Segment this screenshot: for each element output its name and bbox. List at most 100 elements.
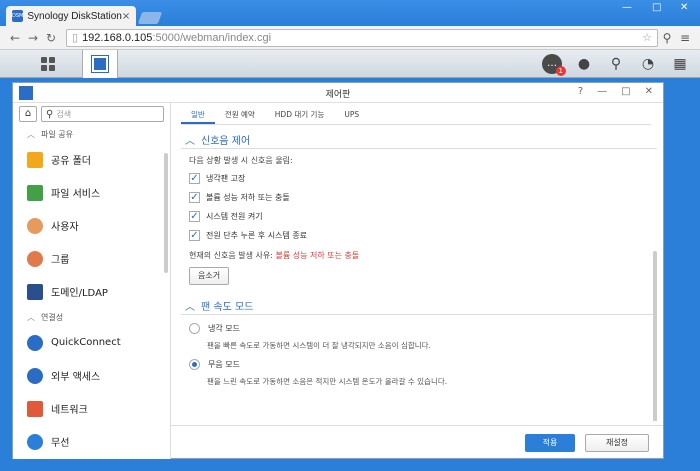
settings-pane: ︿ 신호음 제어 다음 상황 발생 시 신호음 울림: ✓ 냉각팬 고장 ✓ 볼… [181, 131, 657, 421]
section-connectivity[interactable]: ︿ 연결성 [13, 308, 170, 326]
widget-icon[interactable]: ◔ [638, 54, 658, 74]
radio-button[interactable] [189, 359, 200, 370]
user-icon[interactable]: ● [574, 54, 594, 74]
tab-ups[interactable]: UPS [334, 107, 369, 124]
browser-tab[interactable]: DSM Synology DiskStation × [6, 6, 136, 26]
checkbox-label: 전원 단추 누른 후 시스템 종료 [206, 230, 308, 240]
footer-bar: 적용 재설정 [171, 425, 663, 459]
quickconnect-icon [27, 334, 43, 351]
close-icon[interactable]: × [122, 11, 130, 22]
checkbox-label: 시스템 전원 켜기 [206, 211, 263, 221]
section-title: 팬 속도 모드 [201, 302, 254, 313]
maximize-icon[interactable]: □ [652, 2, 661, 13]
tab-hdd-hibernation[interactable]: HDD 대기 기능 [265, 107, 335, 124]
checkbox-power-on[interactable]: ✓ 시스템 전원 켜기 [189, 209, 657, 223]
radio-button[interactable] [189, 323, 200, 334]
notification-badge: 1 [555, 66, 566, 76]
cool-mode-desc: 팬을 빠른 속도로 가동하면 시스템이 더 잘 냉각되지만 소음이 심합니다. [207, 341, 431, 350]
main-menu-button[interactable] [30, 50, 66, 78]
sidebar-item-user[interactable]: 사용자 [13, 209, 170, 242]
pilot-view-icon[interactable]: ▦ [670, 54, 690, 74]
sidebar-item-wireless[interactable]: 무선 [13, 425, 170, 458]
sidebar-item-shared-folder[interactable]: 공유 폴더 [13, 143, 170, 176]
control-panel-taskbar-button[interactable] [82, 50, 118, 78]
checkbox-fan-fail[interactable]: ✓ 냉각팬 고장 [189, 171, 657, 185]
tab-general[interactable]: 일반 [181, 107, 215, 124]
chevron-up-icon: ︿ [185, 302, 195, 313]
checkbox-label: 냉각팬 고장 [206, 173, 246, 183]
sidebar: ⌂ ⚲ 검색 ︿ 파일 공유 공유 폴더 파일 서비스 사용자 그룹 도메인/L… [13, 103, 171, 459]
bookmark-star-icon[interactable]: ☆ [642, 31, 652, 44]
sidebar-item-label: 공유 폴더 [51, 156, 91, 167]
chevron-up-icon: ︿ [27, 312, 35, 322]
network-icon [27, 400, 43, 417]
shared-folder-icon [27, 151, 43, 168]
sidebar-item-label: 파일 서비스 [51, 189, 101, 200]
sidebar-item-label: 외부 액세스 [51, 372, 101, 383]
radio-label: 냉각 모드 [208, 324, 240, 333]
tab-bar: 일반 전원 예약 HDD 대기 기능 UPS [181, 107, 651, 125]
beep-control-header[interactable]: ︿ 신호음 제어 [181, 131, 657, 149]
checkbox[interactable]: ✓ [189, 210, 200, 222]
checkbox[interactable]: ✓ [189, 229, 200, 241]
notification-icon[interactable]: … 1 [542, 54, 566, 76]
address-bar[interactable]: ▯ 192.168.0.105:5000/webman/index.cgi ☆ [66, 28, 658, 47]
minimize-icon[interactable]: — [597, 86, 607, 97]
url-host: 192.168.0.105 [82, 31, 153, 44]
section-file-sharing[interactable]: ︿ 파일 공유 [13, 125, 170, 143]
checkbox-volume-degraded[interactable]: ✓ 볼륨 성능 저하 또는 충돌 [189, 190, 657, 204]
page-icon: ▯ [72, 32, 79, 44]
window-title: 제어판 [325, 90, 351, 100]
user-icon [27, 217, 43, 234]
radio-cool-mode[interactable]: 냉각 모드 [189, 323, 657, 334]
sidebar-item-domain-ldap[interactable]: 도메인/LDAP [13, 275, 170, 308]
sidebar-item-label: QuickConnect [51, 337, 121, 348]
checkbox-label: 볼륨 성능 저하 또는 충돌 [206, 192, 290, 202]
beep-reason: 현재의 신호음 발생 사유: 볼륨 성능 저하 또는 충돌 [189, 250, 657, 261]
checkbox[interactable]: ✓ [189, 191, 200, 203]
apply-button[interactable]: 적용 [525, 434, 575, 452]
sidebar-item-quickconnect[interactable]: QuickConnect [13, 326, 170, 359]
search-input[interactable]: ⚲ 검색 [41, 106, 164, 122]
beep-reason-value: 볼륨 성능 저하 또는 충돌 [275, 251, 360, 260]
checkbox-power-button-shutdown[interactable]: ✓ 전원 단추 누른 후 시스템 종료 [189, 228, 657, 242]
minimize-icon[interactable]: — [622, 2, 632, 13]
window-titlebar[interactable]: 제어판 ? — □ ✕ [13, 83, 663, 103]
reload-icon[interactable]: ↻ [42, 31, 60, 45]
main-content: 일반 전원 예약 HDD 대기 기능 UPS ︿ 신호음 제어 다음 상황 발생… [171, 103, 663, 459]
sidebar-scrollbar[interactable] [164, 153, 168, 273]
close-window-icon[interactable]: ✕ [680, 2, 688, 13]
fan-speed-header[interactable]: ︿ 팬 속도 모드 [181, 297, 657, 315]
close-icon[interactable]: ✕ [645, 86, 653, 97]
sidebar-item-file-services[interactable]: 파일 서비스 [13, 176, 170, 209]
new-tab-button[interactable] [137, 12, 163, 24]
help-icon[interactable]: ? [578, 86, 583, 97]
grid-icon [41, 57, 55, 71]
pane-scrollbar[interactable] [653, 251, 657, 421]
tab-title: Synology DiskStation [27, 10, 122, 22]
domain-ldap-icon [27, 283, 43, 300]
section-label: 파일 공유 [41, 129, 73, 139]
sidebar-item-network[interactable]: 네트워크 [13, 392, 170, 425]
favicon-icon: DSM [12, 10, 24, 22]
sidebar-item-group[interactable]: 그룹 [13, 242, 170, 275]
sidebar-item-external-access[interactable]: 외부 액세스 [13, 359, 170, 392]
search-placeholder: 검색 [56, 109, 72, 119]
mute-button[interactable]: 음소거 [189, 267, 230, 285]
tab-power-schedule[interactable]: 전원 예약 [215, 107, 265, 124]
section-label: 연결성 [41, 312, 64, 322]
back-icon[interactable]: ← [6, 31, 24, 45]
checkbox[interactable]: ✓ [189, 172, 200, 184]
home-button[interactable]: ⌂ [19, 106, 37, 122]
sidebar-item-label: 무선 [51, 438, 70, 449]
control-panel-window: 제어판 ? — □ ✕ ⌂ ⚲ 검색 ︿ 파일 공유 공유 폴더 파일 서비스 [12, 82, 664, 459]
reset-button[interactable]: 재설정 [585, 434, 649, 452]
forward-icon[interactable]: → [24, 31, 42, 45]
search-icon: ⚲ [46, 108, 54, 120]
menu-icon[interactable]: ≡ [676, 31, 694, 45]
extension-icon[interactable]: ⚲ [658, 31, 676, 45]
sidebar-item-label: 네트워크 [51, 405, 88, 416]
search-icon[interactable]: ⚲ [606, 54, 626, 74]
maximize-icon[interactable]: □ [621, 86, 630, 97]
radio-quiet-mode[interactable]: 무음 모드 [189, 359, 657, 370]
